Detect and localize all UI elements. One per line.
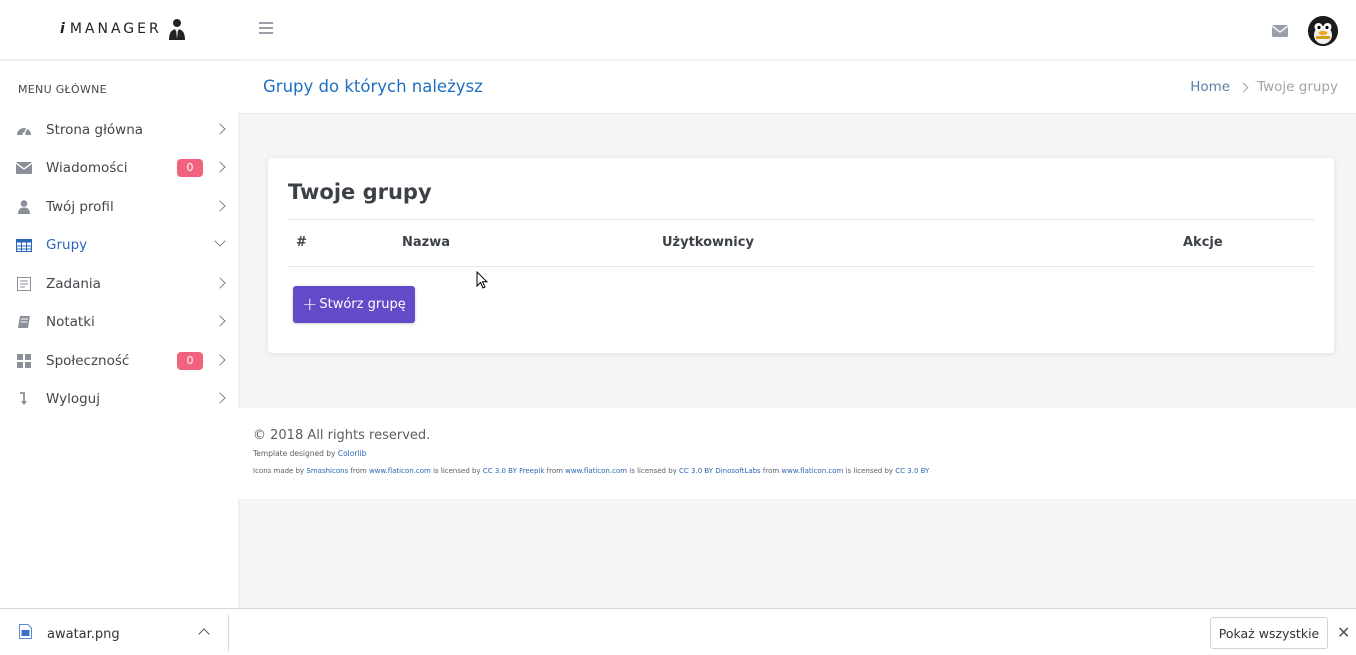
chevron-right-icon: [214, 123, 226, 135]
divider: [288, 219, 1314, 220]
chevron-right-icon: [214, 315, 226, 327]
show-all-downloads-button[interactable]: Pokaż wszystkie: [1210, 617, 1328, 649]
credit-text: is licensed by: [627, 467, 680, 475]
chevron-right-icon: [214, 277, 226, 289]
plus-icon: +: [302, 294, 318, 315]
avatar[interactable]: [1308, 16, 1338, 46]
column-header-number: #: [296, 235, 307, 250]
sidebar-item-messages[interactable]: Wiadomości 0: [0, 149, 238, 187]
sidebar: MENU GŁÓWNE Strona główna Wiadomości 0 T…: [0, 61, 238, 608]
groups-card: Twoje grupy # Nazwa Użytkownicy Akcje + …: [268, 158, 1334, 353]
credit-link[interactable]: Smashicons: [306, 467, 348, 475]
messages-count-badge: 0: [177, 159, 203, 177]
sidebar-item-label: Grupy: [46, 237, 88, 253]
credit-text: from: [544, 467, 566, 475]
sidebar-item-label: Twój profil: [46, 199, 114, 215]
download-bar: awatar.png Pokaż wszystkie ✕: [0, 608, 1356, 655]
icons-credit: Icons made by Smashicons from www.flatic…: [253, 467, 929, 475]
colorlib-link[interactable]: Colorlib: [338, 449, 367, 458]
logo-text: MANAGER: [69, 21, 162, 37]
grid-icon: [16, 353, 32, 369]
sidebar-item-logout[interactable]: Wyloguj: [0, 380, 238, 418]
breadcrumb-home-link[interactable]: Home: [1190, 79, 1230, 95]
column-header-name: Nazwa: [402, 235, 451, 250]
sidebar-item-notes[interactable]: Notatki: [0, 303, 238, 341]
dashboard-icon: [16, 122, 32, 138]
breadcrumb: Home Twoje grupy: [1190, 79, 1338, 95]
chevron-right-icon: [214, 161, 226, 173]
businessman-icon: [168, 19, 185, 40]
column-header-users: Użytkownicy: [662, 235, 754, 250]
top-header: i MANAGER: [0, 0, 1356, 60]
create-group-label: Stwórz grupę: [319, 297, 406, 312]
chevron-down-icon: [214, 235, 226, 247]
task-list-icon: [16, 276, 32, 292]
envelope-icon[interactable]: [1272, 25, 1288, 37]
breadcrumb-current: Twoje grupy: [1257, 79, 1338, 95]
sidebar-item-label: Społeczność: [46, 353, 130, 369]
credit-link[interactable]: CC 3.0 BY: [679, 467, 713, 475]
penguin-avatar-icon: [1308, 16, 1338, 46]
community-count-badge: 0: [177, 352, 203, 370]
divider: [228, 615, 229, 651]
credit-text: is licensed by: [430, 467, 483, 475]
app-logo[interactable]: i MANAGER: [60, 18, 186, 40]
copyright: © 2018 All rights reserved.: [253, 428, 431, 443]
template-credit-text: Template designed by: [253, 449, 338, 458]
credit-text: Icons made by: [253, 467, 307, 475]
menu-title: MENU GŁÓWNE: [18, 83, 107, 96]
logo-i: i: [60, 21, 68, 37]
column-header-actions: Akcje: [1183, 235, 1223, 250]
credit-link[interactable]: Freepik: [519, 467, 544, 475]
chevron-right-icon: [214, 200, 226, 212]
credit-link[interactable]: www.flaticon.com: [565, 467, 627, 475]
credit-text: from: [760, 467, 782, 475]
sidebar-item-label: Strona główna: [46, 122, 144, 138]
sidebar-item-label: Wiadomości: [46, 160, 128, 176]
template-credit: Template designed by Colorlib: [253, 449, 366, 458]
card-title: Twoje grupy: [288, 180, 432, 204]
create-group-button[interactable]: + Stwórz grupę: [293, 286, 415, 323]
sidebar-item-label: Wyloguj: [46, 391, 100, 407]
sidebar-item-profile[interactable]: Twój profil: [0, 188, 238, 226]
sidebar-item-tasks[interactable]: Zadania: [0, 265, 238, 303]
table-icon: [16, 237, 32, 253]
credit-link[interactable]: www.flaticon.com: [369, 467, 431, 475]
menu-toggle-icon[interactable]: [259, 22, 273, 36]
divider: [288, 266, 1314, 267]
sidebar-item-groups[interactable]: Grupy: [0, 226, 238, 264]
credit-link[interactable]: CC 3.0 BY: [483, 467, 517, 475]
footer: © 2018 All rights reserved. Template des…: [238, 408, 1356, 499]
mouse-cursor-icon: [476, 271, 488, 289]
credit-link[interactable]: www.flaticon.com: [781, 467, 843, 475]
close-icon[interactable]: ✕: [1337, 623, 1350, 642]
sidebar-item-home[interactable]: Strona główna: [0, 111, 238, 149]
credit-link[interactable]: DinosoftLabs: [715, 467, 760, 475]
sidebar-item-label: Notatki: [46, 314, 95, 330]
user-icon: [16, 199, 32, 215]
sidebar-item-community[interactable]: Społeczność 0: [0, 342, 238, 380]
credit-text: is licensed by: [843, 467, 896, 475]
logout-arrow-icon: [16, 391, 32, 407]
download-file-name[interactable]: awatar.png: [47, 627, 120, 642]
book-icon: [16, 314, 32, 330]
credit-link[interactable]: CC 3.0 BY: [895, 467, 929, 475]
page-header: Grupy do których należysz Home Twoje gru…: [238, 61, 1356, 114]
credit-text: from: [348, 467, 369, 475]
chevron-right-icon: [1238, 82, 1249, 92]
image-file-icon[interactable]: [19, 624, 32, 639]
chevron-right-icon: [214, 392, 226, 404]
chevron-right-icon: [214, 354, 226, 366]
envelope-icon: [16, 160, 32, 176]
sidebar-item-label: Zadania: [46, 276, 101, 292]
chevron-up-icon[interactable]: [198, 628, 210, 640]
page-title: Grupy do których należysz: [263, 77, 483, 96]
